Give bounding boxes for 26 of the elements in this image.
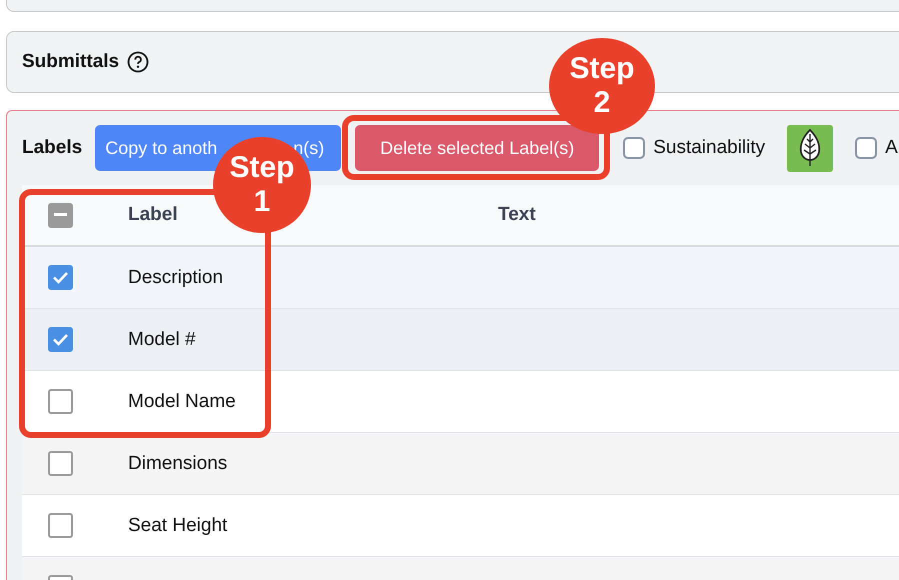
checkbox-label: Sustainability — [653, 137, 766, 159]
table-cell: Seat Height — [128, 514, 228, 536]
table-cell: Dimensions — [128, 452, 228, 474]
leaf-button[interactable] — [787, 124, 834, 172]
minus-icon — [54, 213, 67, 217]
delete-button[interactable]: Delete selected Label(s) — [355, 125, 600, 171]
check-icon — [52, 271, 69, 284]
row-checkbox[interactable] — [48, 389, 73, 414]
row-checkbox[interactable] — [48, 451, 73, 476]
select-all-checkbox[interactable] — [48, 202, 73, 228]
checkbox[interactable] — [623, 137, 646, 159]
help-icon[interactable] — [127, 51, 150, 73]
checkbox[interactable] — [855, 137, 878, 159]
row-checkbox[interactable] — [48, 327, 73, 352]
table-cell: Model Name — [128, 390, 236, 412]
check-icon — [52, 333, 69, 346]
panel-title: Labels — [22, 137, 82, 159]
column-header[interactable]: Label — [128, 204, 178, 226]
leaf-icon — [798, 128, 822, 168]
checkbox-label: A — [885, 137, 898, 159]
row-checkbox[interactable] — [48, 513, 73, 538]
panel-title: Submittals — [22, 51, 120, 73]
table-cell: Description — [128, 266, 224, 288]
row-checkbox[interactable] — [48, 265, 73, 290]
column-header[interactable]: Text — [498, 204, 536, 226]
table-cell: Model # — [128, 328, 196, 350]
